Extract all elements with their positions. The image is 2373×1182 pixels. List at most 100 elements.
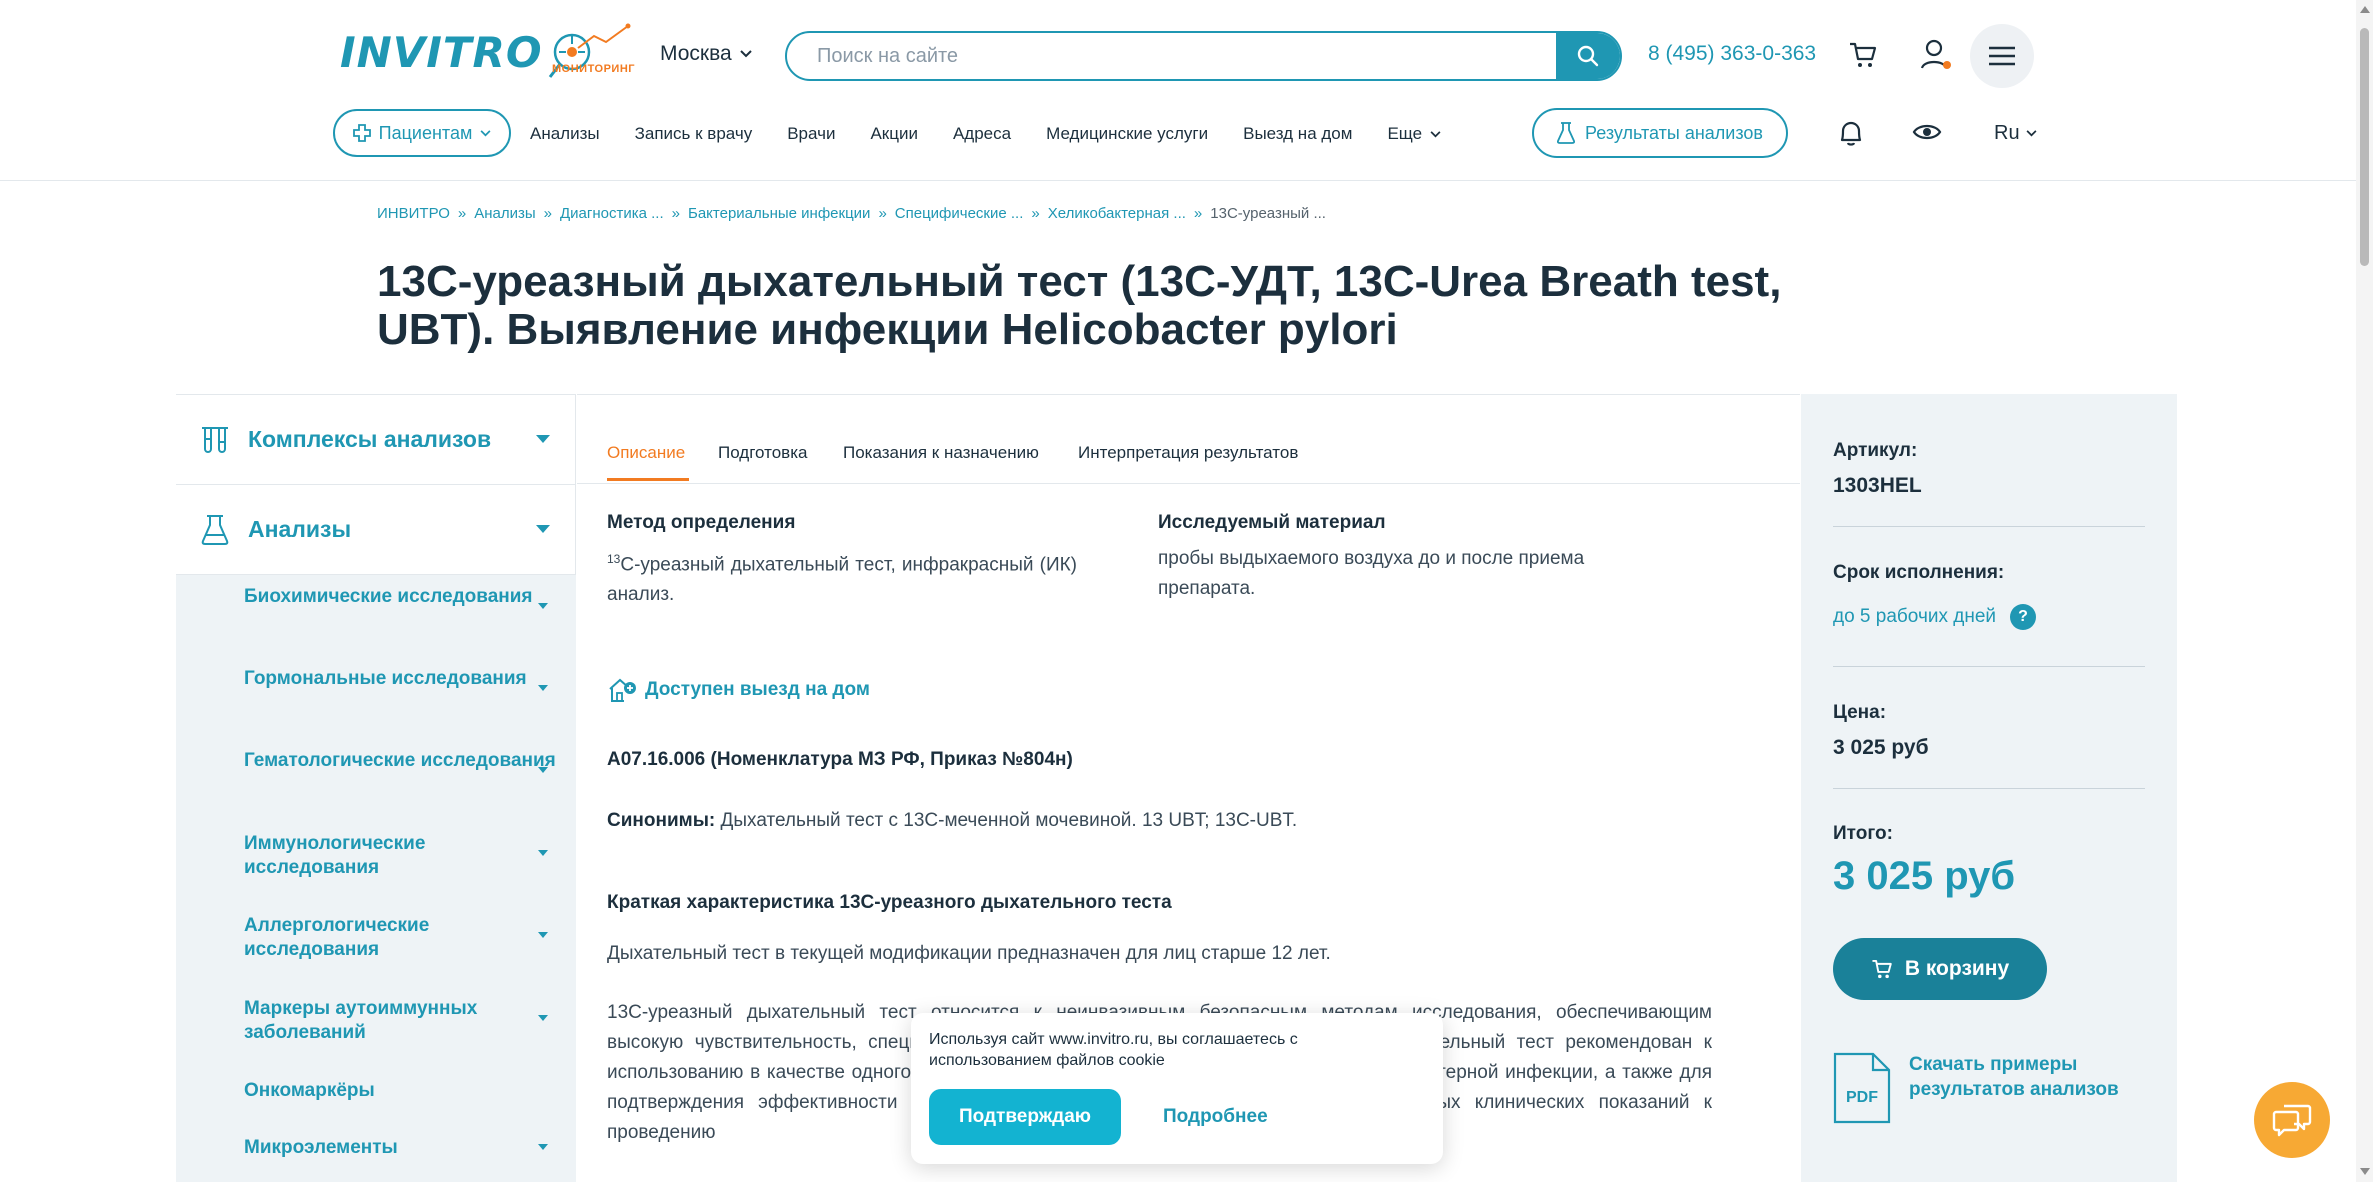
home-visit-label: Доступен выезд на дом xyxy=(645,679,870,700)
scroll-down-arrow-icon[interactable] xyxy=(2360,1168,2370,1175)
term-value-text[interactable]: до 5 рабочих дней xyxy=(1833,606,1996,628)
tab-description[interactable]: Описание xyxy=(607,443,685,463)
scrollbar-thumb[interactable] xyxy=(2360,28,2369,266)
sidebar-item-oncomarkers[interactable]: Онкомаркёры xyxy=(244,1079,564,1103)
nav-item-promotions[interactable]: Акции xyxy=(870,124,918,144)
pdf-badge-text: PDF xyxy=(1846,1089,1878,1106)
city-selector[interactable]: Москва xyxy=(660,42,752,66)
divider xyxy=(1833,666,2145,667)
medical-cross-icon xyxy=(352,124,371,142)
burger-menu-button[interactable] xyxy=(1970,24,2034,88)
sidebar-section-complexes[interactable]: Комплексы анализов xyxy=(176,395,576,485)
content-tabs: Описание Подготовка Показания к назначен… xyxy=(577,394,1800,484)
divider xyxy=(1833,526,2145,527)
article-label: Артикул: xyxy=(1833,440,1918,461)
sidebar-item-autoimmune-markers[interactable]: Маркеры аутоиммунных заболеваний xyxy=(244,997,564,1045)
language-selector[interactable]: Ru xyxy=(1994,122,2037,145)
monitoring-label: МОНИТОРИНГ xyxy=(552,63,635,75)
user-icon[interactable] xyxy=(1920,38,1952,72)
patients-button[interactable]: Пациентам xyxy=(333,109,511,157)
synonyms: Синонимы: Дыхательный тест с 13С-меченно… xyxy=(607,806,1712,836)
breadcrumb-separator: » xyxy=(1031,205,1040,222)
divider xyxy=(1833,788,2145,789)
home-visit-badge[interactable]: Доступен выезд на дом xyxy=(607,676,870,704)
breadcrumb-item[interactable]: Бактериальные инфекции xyxy=(688,205,870,222)
breadcrumb-item[interactable]: Диагностика ... xyxy=(560,205,664,222)
sidebar-section-label: Комплексы анализов xyxy=(248,426,492,452)
eye-icon[interactable] xyxy=(1912,122,1942,142)
sidebar-item-allergological[interactable]: Аллергологические исследования xyxy=(244,914,564,962)
page-scrollbar[interactable] xyxy=(2356,0,2373,1182)
sidebar-item-label: Гематологические исследования xyxy=(244,750,556,771)
chevron-down-icon xyxy=(1430,130,1441,137)
nav-item-medical-services[interactable]: Медицинские услуги xyxy=(1046,124,1208,144)
total-value: 3 025 руб xyxy=(1833,854,2016,898)
bell-icon[interactable] xyxy=(1838,120,1864,148)
breadcrumb-separator: » xyxy=(671,205,680,222)
download-examples-link[interactable]: PDF Скачать примеры результатов анализов xyxy=(1833,1052,2149,1124)
sidebar-item-hematological[interactable]: Гематологические исследования xyxy=(244,749,564,773)
page-title: 13С-уреазный дыхательный тест (13С-УДТ, … xyxy=(377,257,1782,354)
tab-indications[interactable]: Показания к назначению xyxy=(843,443,1039,463)
article-value: 1303HEL xyxy=(1833,474,1922,497)
chat-button[interactable] xyxy=(2254,1082,2330,1158)
chevron-down-icon xyxy=(2026,130,2037,137)
breadcrumb-separator: » xyxy=(457,205,467,222)
caret-down-icon xyxy=(538,767,548,773)
breadcrumb: ИНВИТРО » Анализы » Диагностика ... » Бакте… xyxy=(377,205,1326,222)
cart-icon[interactable] xyxy=(1848,40,1878,70)
sidebar-item-biochemical[interactable]: Биохимические исследования xyxy=(244,585,564,609)
site-header: INVITRO МОНИТОРИНГ Москва 8 (495) 363-0-… xyxy=(0,0,2373,181)
test-results-label: Результаты анализов xyxy=(1585,122,1763,143)
phone-link[interactable]: 8 (495) 363-0-363 xyxy=(1648,42,1816,66)
tab-preparation[interactable]: Подготовка xyxy=(718,443,807,463)
total-label: Итого: xyxy=(1833,823,1893,844)
sidebar-item-hormonal[interactable]: Гормональные исследования xyxy=(244,667,564,691)
chevron-down-icon xyxy=(480,129,491,136)
sidebar-item-immunological[interactable]: Иммунологические исследования xyxy=(244,832,564,880)
add-to-cart-button[interactable]: В корзину xyxy=(1833,938,2047,1000)
help-icon[interactable]: ? xyxy=(2010,604,2036,630)
patients-label: Пациентам xyxy=(378,122,473,143)
nav-item-home-visit[interactable]: Выезд на дом xyxy=(1243,124,1352,144)
caret-down-icon xyxy=(538,1015,548,1021)
search-icon xyxy=(1577,45,1599,67)
tab-interpretation[interactable]: Интерпретация результатов xyxy=(1078,443,1298,463)
breadcrumb-item[interactable]: Хеликобактерная ... xyxy=(1048,205,1186,222)
sidebar-item-label: Микроэлементы xyxy=(244,1137,398,1158)
breadcrumb-item[interactable]: ИНВИТРО xyxy=(377,205,450,222)
nav-item-doctor-appointment[interactable]: Запись к врачу xyxy=(635,124,753,144)
order-panel: Артикул: 1303HEL Срок исполнения: до 5 р… xyxy=(1801,394,2177,1182)
sidebar-section-analyses[interactable]: Анализы xyxy=(176,485,576,575)
price-value: 3 025 руб xyxy=(1833,736,1929,759)
breadcrumb-item[interactable]: Специфические ... xyxy=(895,205,1024,222)
caret-down-icon xyxy=(536,525,550,533)
nav-item-more[interactable]: Еще xyxy=(1387,124,1441,144)
test-results-button[interactable]: Результаты анализов xyxy=(1532,108,1788,158)
breadcrumb-separator: » xyxy=(878,205,887,222)
caret-down-icon xyxy=(538,932,548,938)
breadcrumb-separator: » xyxy=(1193,205,1203,222)
method-superscript: 13 xyxy=(607,552,621,566)
nav-item-analyses[interactable]: Анализы xyxy=(530,124,600,144)
method-text-body: С-уреазный дыхательный тест, инфракрасны… xyxy=(607,554,1077,606)
caret-down-icon xyxy=(538,603,548,609)
invitro-logo[interactable]: INVITRO xyxy=(340,28,543,77)
synonyms-label: Синонимы: xyxy=(607,810,716,831)
sidebar-item-label: Онкомаркёры xyxy=(244,1080,375,1101)
breadcrumb-item[interactable]: Анализы xyxy=(474,205,535,222)
synonyms-text: Дыхательный тест с 13С-меченной мочевино… xyxy=(715,810,1298,831)
term-value: до 5 рабочих дней ? xyxy=(1833,604,2036,630)
cookie-accept-button[interactable]: Подтверждаю xyxy=(929,1089,1121,1145)
cookie-more-link[interactable]: Подробнее xyxy=(1163,1106,1268,1128)
caret-down-icon xyxy=(538,685,548,691)
search-button[interactable] xyxy=(1556,33,1620,79)
nav-item-addresses[interactable]: Адреса xyxy=(953,124,1011,144)
scroll-up-arrow-icon[interactable] xyxy=(2360,6,2370,13)
sidebar-item-label: Гормональные исследования xyxy=(244,668,527,689)
sidebar-item-microelements[interactable]: Микроэлементы xyxy=(244,1136,564,1160)
cookie-text: Используя сайт www.invitro.ru, вы соглаш… xyxy=(929,1031,1298,1069)
sidebar-section-label: Анализы xyxy=(248,516,352,542)
nav-item-doctors[interactable]: Врачи xyxy=(787,124,835,144)
search-input[interactable] xyxy=(787,33,1556,79)
